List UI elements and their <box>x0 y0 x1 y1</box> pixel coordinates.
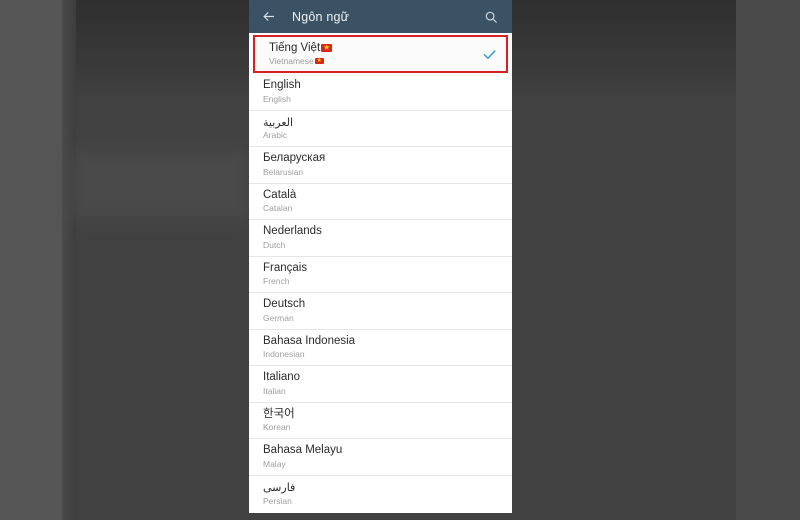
language-row[interactable]: Nederlands Dutch <box>249 220 512 257</box>
phone-screen-panel: Ngôn ngữ Tiếng Việt ★ Vietnamese ★ Engli… <box>249 0 512 513</box>
backdrop-blur-blob <box>70 150 250 220</box>
language-row-selected[interactable]: Tiếng Việt ★ Vietnamese ★ <box>253 35 508 73</box>
language-english-name: Arabic <box>263 130 288 140</box>
language-native-name: Français <box>263 261 308 274</box>
screenshot-canvas: Ngôn ngữ Tiếng Việt ★ Vietnamese ★ Engli… <box>0 0 800 520</box>
language-row[interactable]: العربية Arabic <box>249 110 512 147</box>
language-list[interactable]: English English العربية Arabic Беларуская Bel… <box>249 74 512 512</box>
language-english-name: Korean <box>263 422 291 432</box>
search-icon <box>485 11 497 23</box>
language-english-name: Italian <box>263 385 286 396</box>
language-english-name: Persian <box>263 495 292 506</box>
search-button[interactable] <box>481 7 501 27</box>
language-row[interactable]: 한국어 Korean <box>249 402 512 439</box>
language-row[interactable]: English English <box>249 74 512 111</box>
selected-language-native-line: Tiếng Việt ★ <box>269 42 474 55</box>
backdrop-right-strip <box>736 0 800 520</box>
language-native-name: Nederlands <box>263 225 322 237</box>
app-bar: Ngôn ngữ <box>249 0 512 33</box>
selected-language-english: Vietnamese <box>269 55 314 66</box>
language-english-name: Catalan <box>263 203 293 213</box>
flag-star-glyph: ★ <box>323 42 331 52</box>
language-english-name: English <box>263 93 291 104</box>
arrow-left-icon <box>263 12 274 21</box>
selected-language-english-line: Vietnamese ★ <box>269 56 474 67</box>
language-native-name: Català <box>263 188 297 201</box>
flag-star-glyph-small: ★ <box>316 57 322 64</box>
language-native-name: 한국어 <box>263 407 295 420</box>
page-title: Ngôn ngữ <box>292 9 350 24</box>
selected-language-highlight: Tiếng Việt ★ Vietnamese ★ <box>249 33 512 74</box>
check-icon <box>483 49 496 59</box>
language-row[interactable]: Bahasa Indonesia Indonesian <box>249 329 512 366</box>
language-english-name: Dutch <box>263 239 286 250</box>
language-native-name: Беларуская <box>263 152 326 164</box>
language-row[interactable]: Català Catalan <box>249 183 512 220</box>
language-english-name: French <box>263 276 290 286</box>
language-english-name: German <box>263 312 294 323</box>
language-native-name: Deutsch <box>263 298 306 310</box>
language-row[interactable]: Bahasa Melayu Malay <box>249 439 512 476</box>
language-native-name: English <box>263 79 301 91</box>
language-native-name: Bahasa Indonesia <box>263 334 356 347</box>
selected-check-icon <box>482 47 497 62</box>
language-native-name: Bahasa Melayu <box>263 444 343 456</box>
language-native-name: Italiano <box>263 371 301 383</box>
back-button[interactable] <box>258 7 278 27</box>
language-english-name: Malay <box>263 458 286 469</box>
vietnam-flag-icon: ★ <box>321 42 333 52</box>
language-row[interactable]: Français French <box>249 256 512 293</box>
language-row[interactable]: فارسی Persian <box>249 475 512 512</box>
language-row[interactable]: Deutsch German <box>249 293 512 330</box>
language-english-name: Indonesian <box>263 349 305 359</box>
language-native-name: فارسی <box>263 481 296 494</box>
selected-language-native: Tiếng Việt <box>269 41 321 54</box>
language-native-name: العربية <box>263 115 294 129</box>
language-row[interactable]: Italiano Italian <box>249 366 512 403</box>
backdrop-left-gradient <box>62 0 76 520</box>
language-english-name: Belarusian <box>263 166 304 177</box>
selected-language-texts: Tiếng Việt ★ Vietnamese ★ <box>269 42 474 67</box>
backdrop-left-strip <box>0 0 62 520</box>
language-row[interactable]: Беларуская Belarusian <box>249 147 512 184</box>
vietnam-flag-icon-small: ★ <box>314 57 324 65</box>
